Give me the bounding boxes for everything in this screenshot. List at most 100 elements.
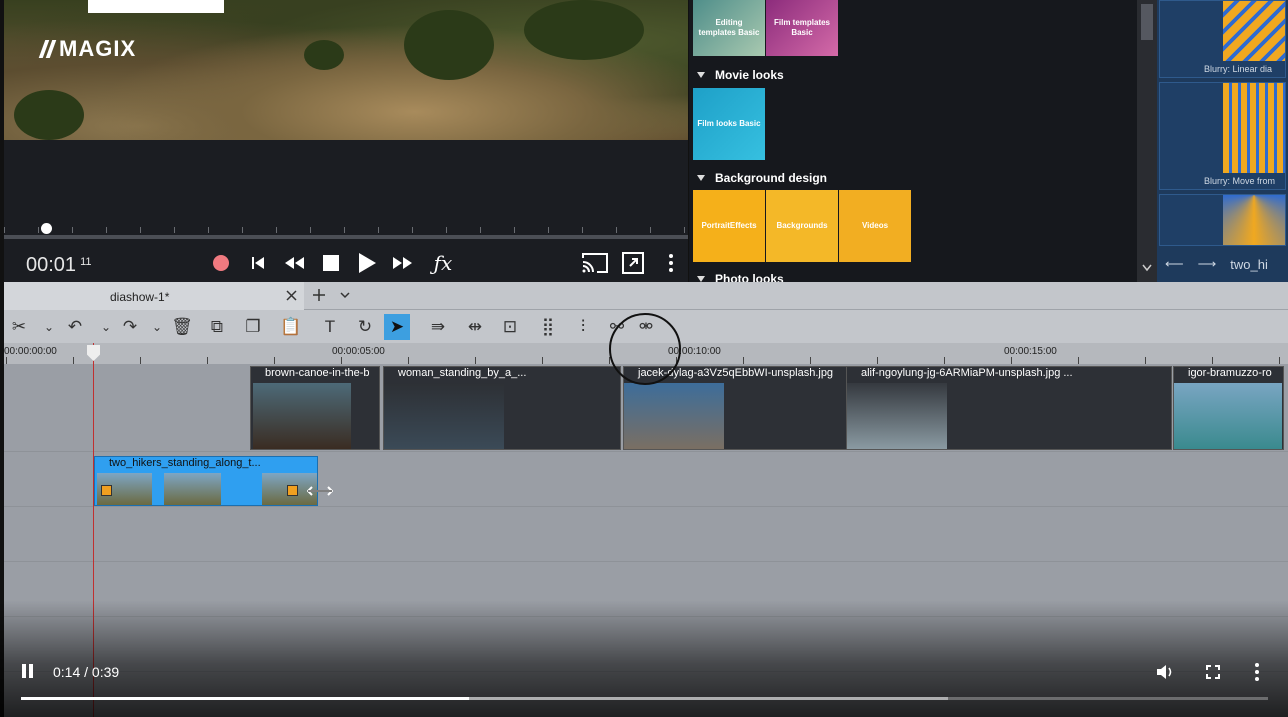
record-button[interactable] (210, 252, 232, 274)
chevron-down-icon[interactable]: ⌄ (150, 314, 164, 340)
pause-icon (22, 664, 33, 680)
section-photo-looks[interactable]: Photo looks (697, 272, 784, 282)
arrow-left-icon[interactable]: ⟵ (1165, 256, 1184, 272)
transition-item[interactable] (1159, 194, 1286, 246)
fx-icon: ƒx (433, 251, 453, 275)
undo-icon[interactable]: ↶ (62, 314, 88, 340)
ruler-tick (341, 357, 342, 364)
add-tab-icon[interactable] (313, 289, 325, 301)
close-tab-icon[interactable] (286, 290, 297, 301)
media-clip[interactable]: igor-bramuzzo-ro (1173, 366, 1284, 450)
multi-select-icon[interactable]: ⇛ (425, 314, 451, 340)
section-background-design[interactable]: Background design (697, 171, 827, 185)
ruler-tick (1078, 357, 1079, 364)
more-menu-button[interactable] (660, 252, 682, 274)
clip-title: brown-canoe-in-the-b (265, 367, 370, 379)
volume-icon[interactable] (1156, 664, 1174, 680)
stop-button[interactable] (320, 252, 342, 274)
collapse-triangle-icon (697, 72, 705, 78)
chevron-down-icon[interactable]: ⌄ (42, 314, 56, 340)
more-vertical-icon[interactable] (1254, 662, 1260, 682)
scissors-icon[interactable]: ✂ (6, 314, 32, 340)
collapse-triangle-icon (697, 175, 705, 181)
transitions-panel: Blurry: Linear dia Blurry: Move from (1157, 0, 1288, 282)
chevron-down-icon[interactable] (340, 292, 350, 299)
ruler-tick (1279, 357, 1280, 364)
cast-button[interactable] (580, 252, 610, 274)
preview-scrubber[interactable] (4, 221, 688, 239)
media-clip[interactable]: woman_standing_by_a_... (383, 366, 621, 450)
clip-thumbnail (253, 383, 351, 449)
ruler-tick (73, 357, 74, 364)
transitions-nav: ⟵ ⟶ two_hi (1157, 246, 1288, 282)
audio-icon[interactable]: ⫶ (570, 314, 596, 340)
cut-icon[interactable]: ⧉ (204, 314, 230, 340)
ruler-tick (1011, 357, 1012, 364)
cursor-highlight (609, 313, 681, 385)
delete-icon[interactable]: 🗑 (169, 314, 195, 340)
title-clip[interactable]: two_hikers_standing_along_t... (94, 456, 333, 506)
magix-mark-icon (38, 40, 57, 58)
ruler-tick (408, 357, 409, 364)
ruler-tick (1145, 357, 1146, 364)
skip-back-icon (252, 257, 264, 269)
effects-button[interactable]: ƒx (432, 251, 454, 275)
clip-thumbnail (624, 383, 724, 449)
paste-icon[interactable]: 📋 (278, 314, 304, 340)
fullscreen-preview-button[interactable] (622, 252, 644, 274)
tile-editing-templates[interactable]: Editing templates Basic (693, 0, 765, 56)
magix-logo: MAGIX (38, 36, 136, 62)
ruler-label: 00:00:05:00 (332, 346, 385, 357)
preview-monitor: MAGIX 00:01 11 ƒx (4, 0, 688, 282)
more-vertical-icon (669, 254, 673, 272)
fast-forward-icon (393, 257, 412, 269)
scrubber-knob[interactable] (41, 223, 52, 234)
rotate-icon[interactable]: ↻ (352, 314, 378, 340)
player-progress[interactable] (21, 697, 1268, 700)
project-tabs: diashow-1* (4, 282, 1288, 310)
clip-title: woman_standing_by_a_... (398, 367, 527, 379)
play-button[interactable] (356, 252, 378, 274)
ruler-tick (475, 357, 476, 364)
clip-thumbnail (847, 383, 947, 449)
clip-thumbnail (1174, 383, 1282, 449)
tile-portrait-effects[interactable]: PortraitEffects (693, 190, 765, 262)
transition-item[interactable]: Blurry: Linear dia (1159, 0, 1286, 78)
fade-handle-icon[interactable] (287, 485, 298, 496)
tile-videos[interactable]: Videos (839, 190, 911, 262)
transition-item[interactable]: Blurry: Move from (1159, 82, 1286, 190)
preview-timecode: 00:01 11 (26, 254, 92, 276)
tile-backgrounds[interactable]: Backgrounds (766, 190, 838, 262)
transitions-nav-label: two_hi (1230, 256, 1268, 272)
fade-handle-icon[interactable] (101, 485, 112, 496)
copy-icon[interactable]: ❐ (240, 314, 266, 340)
skip-back-button[interactable] (247, 252, 269, 274)
fast-forward-button[interactable] (392, 252, 414, 274)
browser-scrollbar[interactable] (1137, 0, 1157, 282)
track-lane[interactable] (4, 507, 1288, 562)
tile-film-templates[interactable]: Film templates Basic (766, 0, 838, 56)
media-clip[interactable]: alif-ngoylung-jg-6ARMiaPM-unsplash.jpg .… (846, 366, 1172, 450)
section-movie-looks[interactable]: Movie looks (697, 68, 784, 82)
split-icon[interactable]: ⇹ (462, 314, 488, 340)
ruler-tick (944, 357, 945, 364)
text-icon[interactable]: T (317, 314, 343, 340)
pointer-icon[interactable]: ➤ (384, 314, 410, 340)
tile-film-looks[interactable]: Film looks Basic (693, 88, 765, 160)
crop-icon[interactable]: ⊡ (497, 314, 523, 340)
chevron-down-icon[interactable]: ⌄ (99, 314, 113, 340)
ruler-label: 00:00:15:00 (1004, 346, 1057, 357)
fullscreen-icon[interactable] (1206, 665, 1220, 679)
media-clip[interactable]: brown-canoe-in-the-b (250, 366, 380, 450)
redo-icon[interactable]: ↷ (117, 314, 143, 340)
tab-project[interactable]: diashow-1* (4, 282, 304, 310)
ruler-tick (207, 357, 208, 364)
cast-icon (582, 253, 608, 273)
expand-icon (622, 252, 644, 274)
ruler-label: 00:00:00:00 (4, 346, 57, 357)
pause-button[interactable] (22, 664, 36, 680)
fit-icon[interactable]: ⣿ (535, 314, 561, 340)
arrow-right-icon[interactable]: ⟶ (1198, 256, 1217, 272)
rewind-button[interactable] (283, 252, 305, 274)
ruler-tick (1212, 357, 1213, 364)
